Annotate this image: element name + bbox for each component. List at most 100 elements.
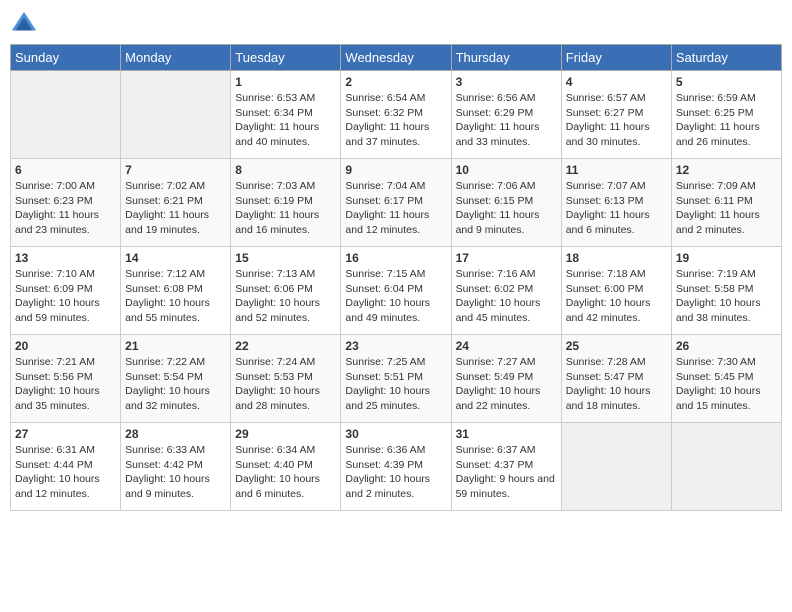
- sunrise-label: Sunrise:: [676, 92, 717, 104]
- sunrise-time: 7:10 AM: [56, 268, 95, 280]
- calendar-cell: [561, 423, 671, 511]
- daylight-label: Daylight: 11 hours and 23 minutes.: [15, 209, 99, 236]
- sunrise-time: 6:56 AM: [497, 92, 536, 104]
- sunset-label: Sunset:: [125, 459, 164, 471]
- calendar-cell: 11 Sunrise: 7:07 AM Sunset: 6:13 PM Dayl…: [561, 159, 671, 247]
- calendar-cell: 14 Sunrise: 7:12 AM Sunset: 6:08 PM Dayl…: [121, 247, 231, 335]
- daylight-label: Daylight: 11 hours and 9 minutes.: [456, 209, 540, 236]
- calendar-cell: 10 Sunrise: 7:06 AM Sunset: 6:15 PM Dayl…: [451, 159, 561, 247]
- day-data: Sunrise: 7:06 AM Sunset: 6:15 PM Dayligh…: [456, 179, 557, 238]
- sunset-label: Sunset:: [235, 371, 274, 383]
- calendar-cell: 28 Sunrise: 6:33 AM Sunset: 4:42 PM Dayl…: [121, 423, 231, 511]
- day-data: Sunrise: 7:25 AM Sunset: 5:51 PM Dayligh…: [345, 355, 446, 414]
- sunrise-label: Sunrise:: [345, 92, 386, 104]
- calendar-cell: 2 Sunrise: 6:54 AM Sunset: 6:32 PM Dayli…: [341, 71, 451, 159]
- daylight-label: Daylight: 10 hours and 6 minutes.: [235, 473, 320, 500]
- sunset-time: 6:09 PM: [54, 283, 93, 295]
- sunrise-time: 7:07 AM: [607, 180, 646, 192]
- day-data: Sunrise: 7:27 AM Sunset: 5:49 PM Dayligh…: [456, 355, 557, 414]
- sunset-label: Sunset:: [15, 371, 54, 383]
- calendar-cell: [671, 423, 781, 511]
- day-number: 19: [676, 251, 777, 265]
- sunset-time: 5:47 PM: [604, 371, 643, 383]
- sunset-time: 6:13 PM: [604, 195, 643, 207]
- sunrise-label: Sunrise:: [15, 444, 56, 456]
- sunset-time: 5:51 PM: [384, 371, 423, 383]
- day-number: 14: [125, 251, 226, 265]
- calendar-cell: [11, 71, 121, 159]
- sunset-label: Sunset:: [676, 283, 715, 295]
- day-number: 11: [566, 163, 667, 177]
- sunrise-label: Sunrise:: [566, 180, 607, 192]
- calendar-cell: 29 Sunrise: 6:34 AM Sunset: 4:40 PM Dayl…: [231, 423, 341, 511]
- day-number: 18: [566, 251, 667, 265]
- calendar-cell: 6 Sunrise: 7:00 AM Sunset: 6:23 PM Dayli…: [11, 159, 121, 247]
- sunset-time: 6:00 PM: [604, 283, 643, 295]
- day-number: 22: [235, 339, 336, 353]
- daylight-label: Daylight: 11 hours and 12 minutes.: [345, 209, 429, 236]
- sunset-time: 6:04 PM: [384, 283, 423, 295]
- day-data: Sunrise: 7:13 AM Sunset: 6:06 PM Dayligh…: [235, 267, 336, 326]
- sunrise-time: 7:25 AM: [387, 356, 426, 368]
- day-data: Sunrise: 6:36 AM Sunset: 4:39 PM Dayligh…: [345, 443, 446, 502]
- page-header: [10, 10, 782, 38]
- day-data: Sunrise: 7:16 AM Sunset: 6:02 PM Dayligh…: [456, 267, 557, 326]
- day-number: 5: [676, 75, 777, 89]
- calendar-cell: 21 Sunrise: 7:22 AM Sunset: 5:54 PM Dayl…: [121, 335, 231, 423]
- sunrise-label: Sunrise:: [456, 180, 497, 192]
- day-data: Sunrise: 7:04 AM Sunset: 6:17 PM Dayligh…: [345, 179, 446, 238]
- sunset-time: 4:37 PM: [494, 459, 533, 471]
- sunset-time: 5:54 PM: [164, 371, 203, 383]
- sunrise-label: Sunrise:: [566, 356, 607, 368]
- sunset-label: Sunset:: [456, 107, 495, 119]
- sunset-time: 6:15 PM: [494, 195, 533, 207]
- calendar-cell: 30 Sunrise: 6:36 AM Sunset: 4:39 PM Dayl…: [341, 423, 451, 511]
- calendar-cell: 27 Sunrise: 6:31 AM Sunset: 4:44 PM Dayl…: [11, 423, 121, 511]
- week-row-5: 27 Sunrise: 6:31 AM Sunset: 4:44 PM Dayl…: [11, 423, 782, 511]
- daylight-label: Daylight: 10 hours and 49 minutes.: [345, 297, 430, 324]
- sunset-time: 5:56 PM: [54, 371, 93, 383]
- sunset-label: Sunset:: [15, 195, 54, 207]
- sunrise-time: 7:30 AM: [717, 356, 756, 368]
- sunset-label: Sunset:: [456, 459, 495, 471]
- sunset-label: Sunset:: [125, 371, 164, 383]
- sunrise-time: 7:00 AM: [56, 180, 95, 192]
- sunset-label: Sunset:: [125, 195, 164, 207]
- week-row-4: 20 Sunrise: 7:21 AM Sunset: 5:56 PM Dayl…: [11, 335, 782, 423]
- daylight-label: Daylight: 10 hours and 45 minutes.: [456, 297, 541, 324]
- sunrise-time: 7:22 AM: [167, 356, 206, 368]
- sunset-time: 4:44 PM: [54, 459, 93, 471]
- header-day-saturday: Saturday: [671, 45, 781, 71]
- sunrise-label: Sunrise:: [676, 268, 717, 280]
- header-row: SundayMondayTuesdayWednesdayThursdayFrid…: [11, 45, 782, 71]
- day-number: 23: [345, 339, 446, 353]
- day-data: Sunrise: 6:56 AM Sunset: 6:29 PM Dayligh…: [456, 91, 557, 150]
- day-number: 4: [566, 75, 667, 89]
- sunset-time: 4:39 PM: [384, 459, 423, 471]
- daylight-label: Daylight: 11 hours and 33 minutes.: [456, 121, 540, 148]
- sunrise-time: 7:02 AM: [167, 180, 206, 192]
- daylight-label: Daylight: 11 hours and 26 minutes.: [676, 121, 760, 148]
- sunrise-time: 7:28 AM: [607, 356, 646, 368]
- day-number: 2: [345, 75, 446, 89]
- sunrise-label: Sunrise:: [676, 180, 717, 192]
- sunrise-time: 7:09 AM: [717, 180, 756, 192]
- daylight-label: Daylight: 10 hours and 2 minutes.: [345, 473, 430, 500]
- calendar-cell: 23 Sunrise: 7:25 AM Sunset: 5:51 PM Dayl…: [341, 335, 451, 423]
- sunset-time: 5:45 PM: [714, 371, 753, 383]
- day-number: 26: [676, 339, 777, 353]
- daylight-label: Daylight: 10 hours and 9 minutes.: [125, 473, 210, 500]
- day-data: Sunrise: 6:37 AM Sunset: 4:37 PM Dayligh…: [456, 443, 557, 502]
- sunrise-label: Sunrise:: [345, 268, 386, 280]
- sunrise-time: 7:03 AM: [277, 180, 316, 192]
- sunset-label: Sunset:: [345, 459, 384, 471]
- calendar-cell: 22 Sunrise: 7:24 AM Sunset: 5:53 PM Dayl…: [231, 335, 341, 423]
- calendar-cell: 13 Sunrise: 7:10 AM Sunset: 6:09 PM Dayl…: [11, 247, 121, 335]
- daylight-label: Daylight: 11 hours and 16 minutes.: [235, 209, 319, 236]
- sunset-time: 4:42 PM: [164, 459, 203, 471]
- sunrise-time: 7:21 AM: [56, 356, 95, 368]
- daylight-label: Daylight: 11 hours and 30 minutes.: [566, 121, 650, 148]
- header-day-wednesday: Wednesday: [341, 45, 451, 71]
- sunrise-time: 6:34 AM: [277, 444, 316, 456]
- sunset-time: 6:25 PM: [714, 107, 753, 119]
